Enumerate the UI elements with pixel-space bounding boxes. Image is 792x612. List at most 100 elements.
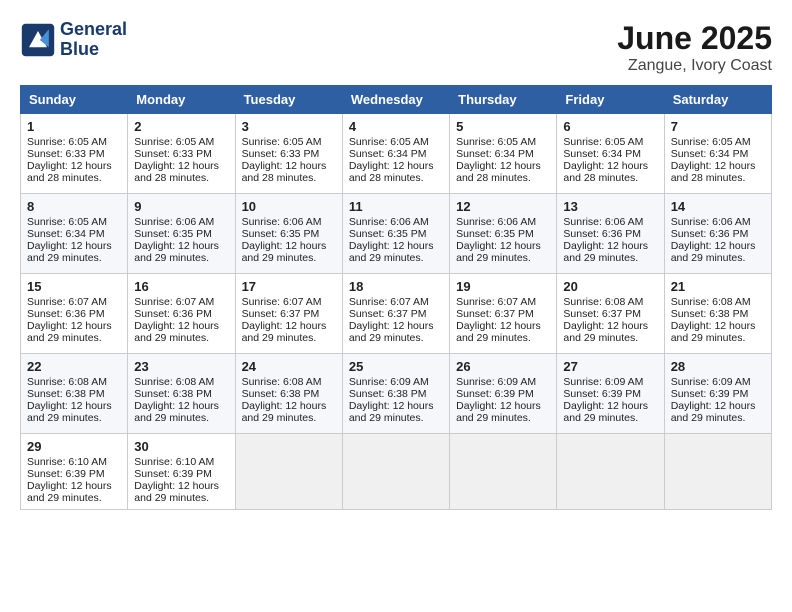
calendar-cell: 9 Sunrise: 6:06 AM Sunset: 6:35 PM Dayli… (128, 194, 235, 274)
calendar-cell (235, 434, 342, 510)
header: General Blue June 2025 Zangue, Ivory Coa… (20, 20, 772, 75)
day-number: 1 (27, 119, 121, 134)
daylight-label: Daylight: 12 hours and 29 minutes. (563, 320, 648, 344)
daylight-label: Daylight: 12 hours and 29 minutes. (134, 320, 219, 344)
calendar-cell: 27 Sunrise: 6:09 AM Sunset: 6:39 PM Dayl… (557, 354, 664, 434)
daylight-label: Daylight: 12 hours and 28 minutes. (456, 160, 541, 184)
calendar-week-row: 8 Sunrise: 6:05 AM Sunset: 6:34 PM Dayli… (21, 194, 772, 274)
day-number: 11 (349, 199, 443, 214)
calendar-header-row: SundayMondayTuesdayWednesdayThursdayFrid… (21, 86, 772, 114)
calendar-cell (342, 434, 449, 510)
calendar-cell: 28 Sunrise: 6:09 AM Sunset: 6:39 PM Dayl… (664, 354, 771, 434)
sunrise-label: Sunrise: 6:07 AM (27, 296, 107, 308)
sunrise-label: Sunrise: 6:06 AM (671, 216, 751, 228)
daylight-label: Daylight: 12 hours and 28 minutes. (242, 160, 327, 184)
sunset-label: Sunset: 6:35 PM (242, 228, 320, 240)
sunrise-label: Sunrise: 6:08 AM (27, 376, 107, 388)
calendar-cell: 23 Sunrise: 6:08 AM Sunset: 6:38 PM Dayl… (128, 354, 235, 434)
calendar-week-row: 29 Sunrise: 6:10 AM Sunset: 6:39 PM Dayl… (21, 434, 772, 510)
day-number: 23 (134, 359, 228, 374)
sunset-label: Sunset: 6:33 PM (242, 148, 320, 160)
daylight-label: Daylight: 12 hours and 29 minutes. (456, 240, 541, 264)
sunset-label: Sunset: 6:35 PM (456, 228, 534, 240)
sunrise-label: Sunrise: 6:06 AM (456, 216, 536, 228)
day-header-saturday: Saturday (664, 86, 771, 114)
sunset-label: Sunset: 6:39 PM (27, 468, 105, 480)
sunrise-label: Sunrise: 6:08 AM (242, 376, 322, 388)
logo-line2: Blue (60, 40, 127, 60)
calendar-cell: 1 Sunrise: 6:05 AM Sunset: 6:33 PM Dayli… (21, 114, 128, 194)
sunset-label: Sunset: 6:33 PM (27, 148, 105, 160)
daylight-label: Daylight: 12 hours and 29 minutes. (349, 400, 434, 424)
sunset-label: Sunset: 6:38 PM (349, 388, 427, 400)
day-number: 8 (27, 199, 121, 214)
sunset-label: Sunset: 6:35 PM (349, 228, 427, 240)
day-number: 19 (456, 279, 550, 294)
calendar-cell: 13 Sunrise: 6:06 AM Sunset: 6:36 PM Dayl… (557, 194, 664, 274)
calendar-cell: 15 Sunrise: 6:07 AM Sunset: 6:36 PM Dayl… (21, 274, 128, 354)
day-number: 25 (349, 359, 443, 374)
day-header-tuesday: Tuesday (235, 86, 342, 114)
logo-icon (20, 22, 56, 58)
day-header-sunday: Sunday (21, 86, 128, 114)
calendar-cell: 11 Sunrise: 6:06 AM Sunset: 6:35 PM Dayl… (342, 194, 449, 274)
sunset-label: Sunset: 6:35 PM (134, 228, 212, 240)
calendar-cell: 6 Sunrise: 6:05 AM Sunset: 6:34 PM Dayli… (557, 114, 664, 194)
sunrise-label: Sunrise: 6:05 AM (134, 136, 214, 148)
calendar-week-row: 15 Sunrise: 6:07 AM Sunset: 6:36 PM Dayl… (21, 274, 772, 354)
day-number: 17 (242, 279, 336, 294)
sunrise-label: Sunrise: 6:07 AM (242, 296, 322, 308)
title-area: June 2025 Zangue, Ivory Coast (617, 20, 772, 75)
logo: General Blue (20, 20, 127, 60)
sunrise-label: Sunrise: 6:07 AM (349, 296, 429, 308)
sunset-label: Sunset: 6:38 PM (27, 388, 105, 400)
sunset-label: Sunset: 6:36 PM (563, 228, 641, 240)
daylight-label: Daylight: 12 hours and 29 minutes. (349, 240, 434, 264)
calendar-cell: 7 Sunrise: 6:05 AM Sunset: 6:34 PM Dayli… (664, 114, 771, 194)
daylight-label: Daylight: 12 hours and 29 minutes. (671, 320, 756, 344)
sunrise-label: Sunrise: 6:05 AM (242, 136, 322, 148)
calendar-cell: 24 Sunrise: 6:08 AM Sunset: 6:38 PM Dayl… (235, 354, 342, 434)
calendar-cell: 5 Sunrise: 6:05 AM Sunset: 6:34 PM Dayli… (450, 114, 557, 194)
calendar-cell: 4 Sunrise: 6:05 AM Sunset: 6:34 PM Dayli… (342, 114, 449, 194)
day-number: 22 (27, 359, 121, 374)
calendar-cell (450, 434, 557, 510)
daylight-label: Daylight: 12 hours and 29 minutes. (242, 320, 327, 344)
daylight-label: Daylight: 12 hours and 29 minutes. (27, 400, 112, 424)
logo-line1: General (60, 20, 127, 40)
sunrise-label: Sunrise: 6:07 AM (134, 296, 214, 308)
calendar-cell: 29 Sunrise: 6:10 AM Sunset: 6:39 PM Dayl… (21, 434, 128, 510)
day-number: 14 (671, 199, 765, 214)
sunrise-label: Sunrise: 6:05 AM (27, 136, 107, 148)
sunrise-label: Sunrise: 6:06 AM (134, 216, 214, 228)
calendar-cell: 17 Sunrise: 6:07 AM Sunset: 6:37 PM Dayl… (235, 274, 342, 354)
day-number: 6 (563, 119, 657, 134)
sunrise-label: Sunrise: 6:10 AM (134, 456, 214, 468)
calendar-week-row: 22 Sunrise: 6:08 AM Sunset: 6:38 PM Dayl… (21, 354, 772, 434)
sunrise-label: Sunrise: 6:09 AM (456, 376, 536, 388)
day-number: 2 (134, 119, 228, 134)
calendar-cell: 22 Sunrise: 6:08 AM Sunset: 6:38 PM Dayl… (21, 354, 128, 434)
daylight-label: Daylight: 12 hours and 28 minutes. (27, 160, 112, 184)
day-number: 29 (27, 439, 121, 454)
day-number: 12 (456, 199, 550, 214)
calendar-cell: 20 Sunrise: 6:08 AM Sunset: 6:37 PM Dayl… (557, 274, 664, 354)
daylight-label: Daylight: 12 hours and 29 minutes. (349, 320, 434, 344)
calendar-cell: 2 Sunrise: 6:05 AM Sunset: 6:33 PM Dayli… (128, 114, 235, 194)
day-number: 3 (242, 119, 336, 134)
day-number: 15 (27, 279, 121, 294)
daylight-label: Daylight: 12 hours and 29 minutes. (242, 400, 327, 424)
location: Zangue, Ivory Coast (617, 57, 772, 75)
daylight-label: Daylight: 12 hours and 29 minutes. (27, 320, 112, 344)
sunrise-label: Sunrise: 6:09 AM (563, 376, 643, 388)
day-number: 21 (671, 279, 765, 294)
day-number: 27 (563, 359, 657, 374)
sunset-label: Sunset: 6:36 PM (134, 308, 212, 320)
calendar-cell: 3 Sunrise: 6:05 AM Sunset: 6:33 PM Dayli… (235, 114, 342, 194)
calendar-cell: 10 Sunrise: 6:06 AM Sunset: 6:35 PM Dayl… (235, 194, 342, 274)
daylight-label: Daylight: 12 hours and 29 minutes. (671, 240, 756, 264)
sunset-label: Sunset: 6:36 PM (27, 308, 105, 320)
calendar-cell: 16 Sunrise: 6:07 AM Sunset: 6:36 PM Dayl… (128, 274, 235, 354)
sunset-label: Sunset: 6:34 PM (563, 148, 641, 160)
sunrise-label: Sunrise: 6:09 AM (671, 376, 751, 388)
